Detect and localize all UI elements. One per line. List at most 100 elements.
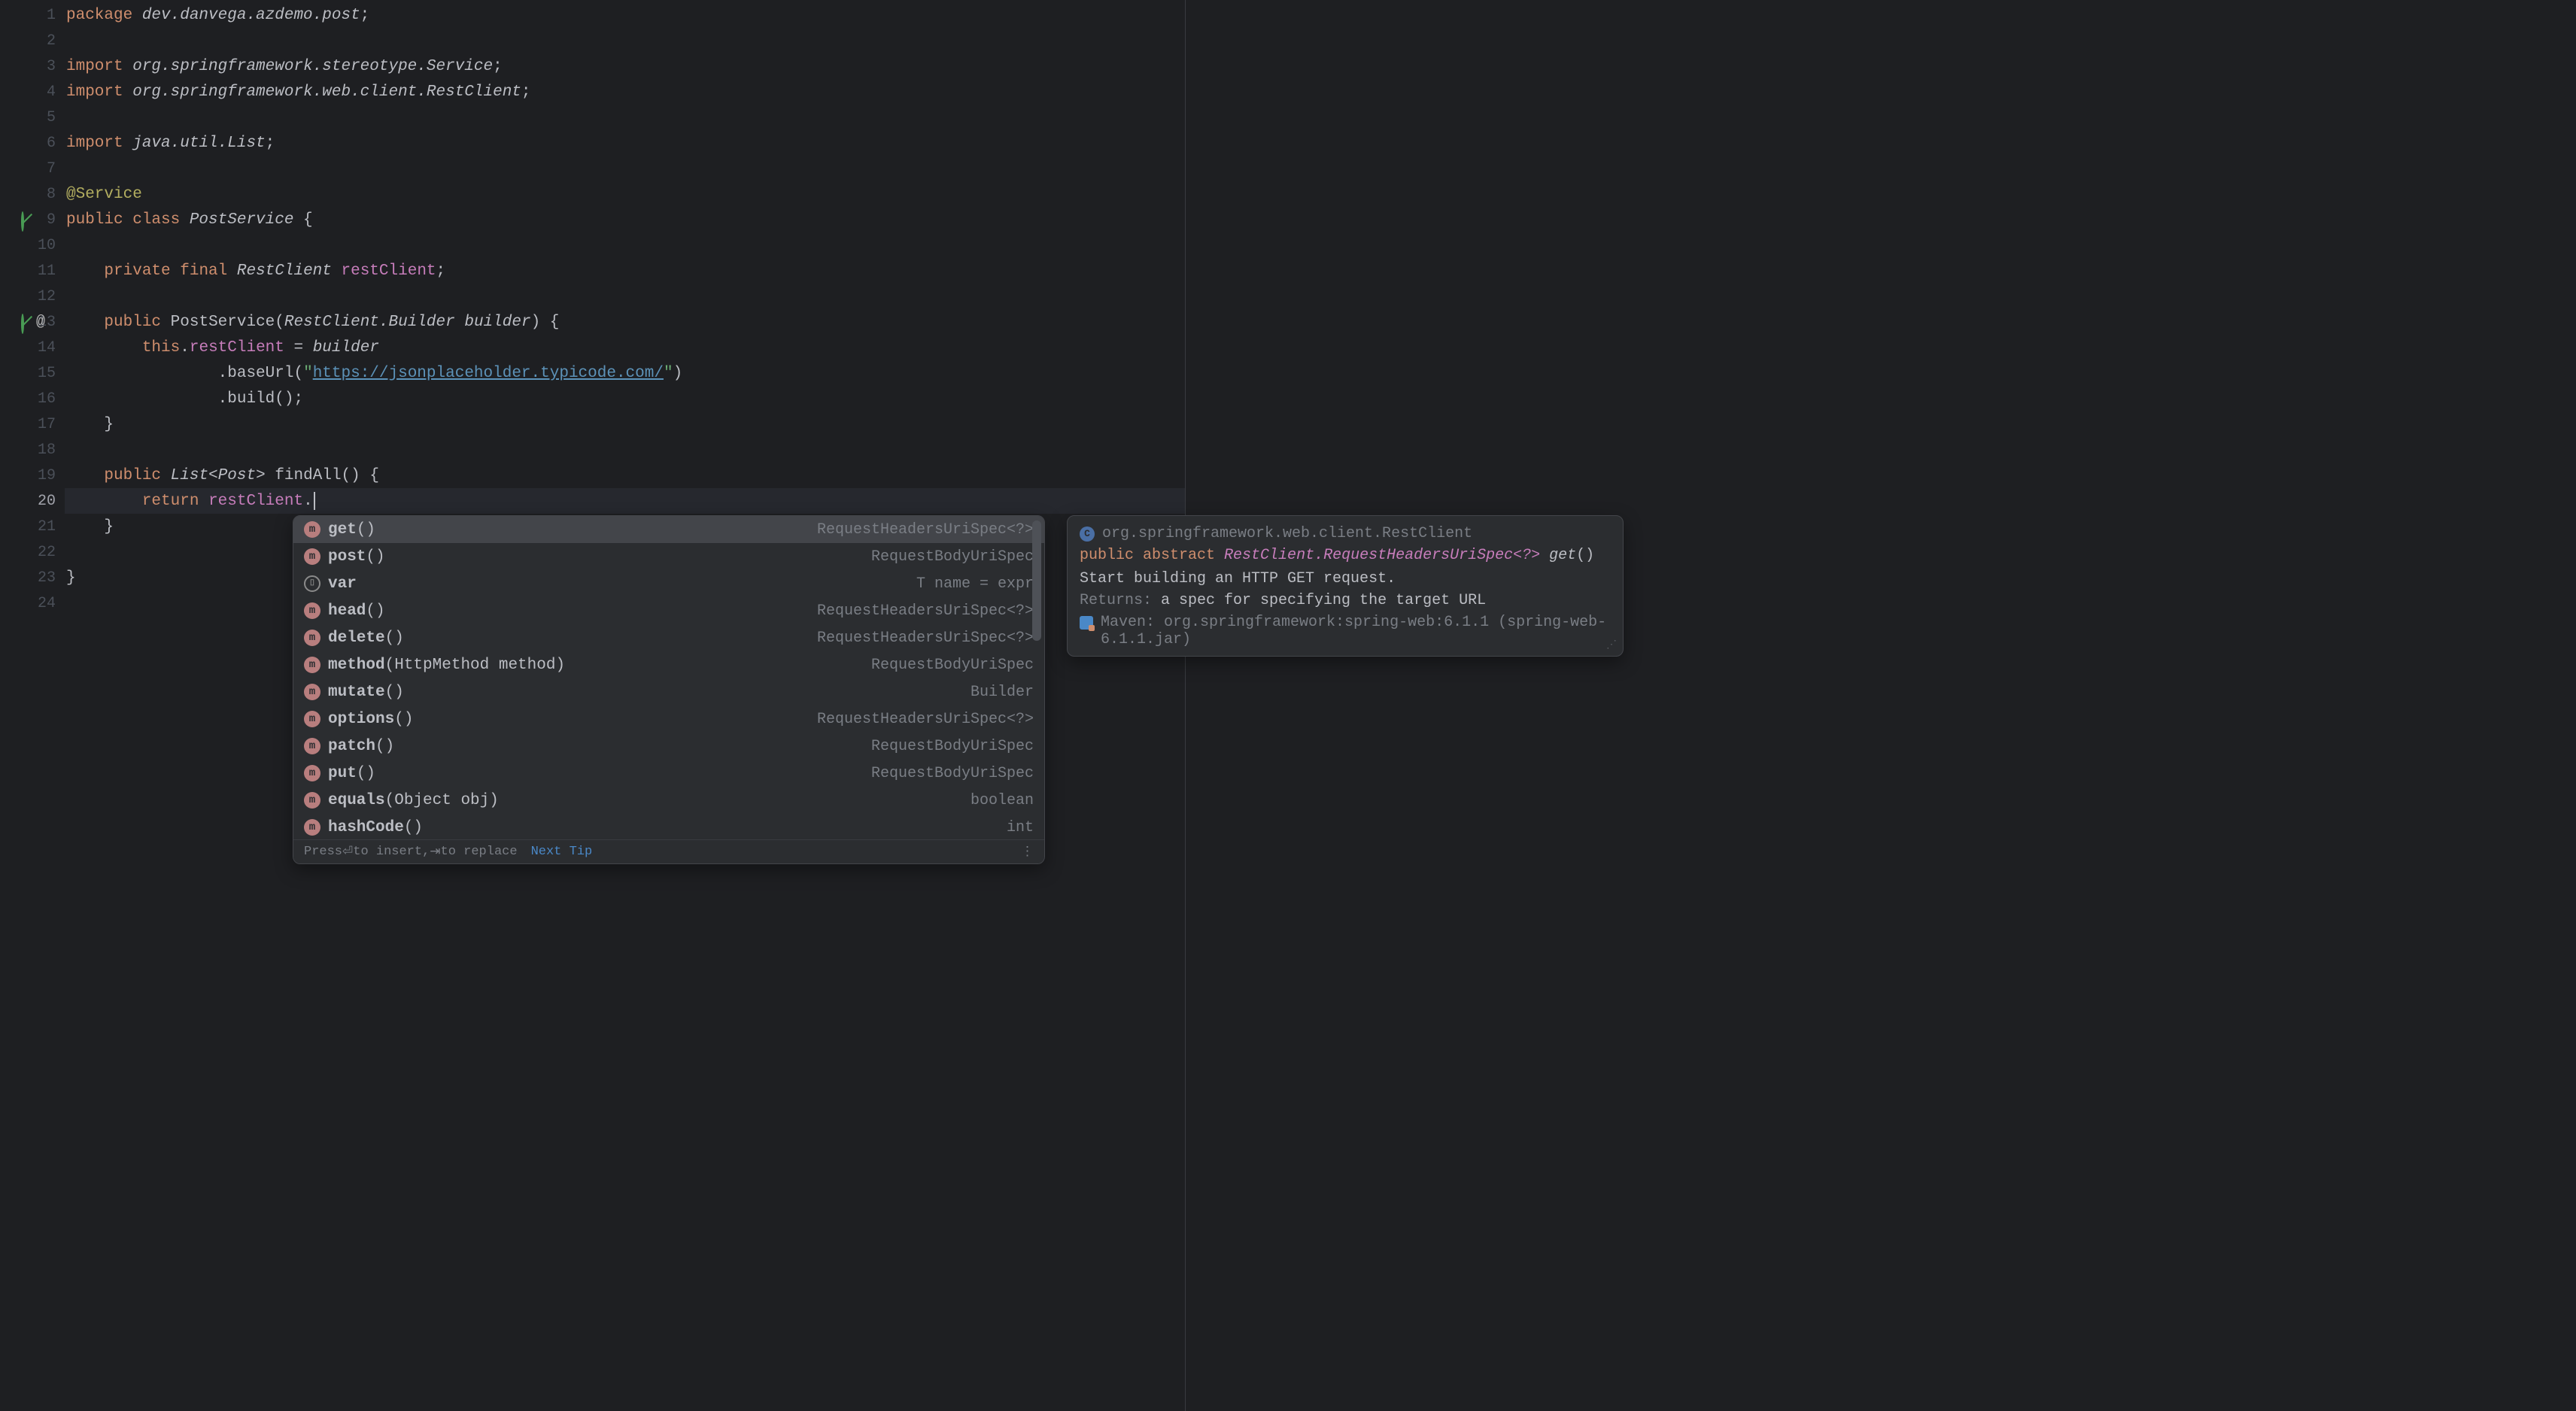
line-number: 14 (38, 339, 56, 357)
doc-description: Start building an HTTP GET request. (1080, 570, 1611, 587)
method-icon: m (304, 819, 320, 836)
method-icon: m (304, 765, 320, 781)
autocomplete-item-var[interactable]: ⌷ var T name = expr (293, 570, 1044, 597)
ac-return-type: RequestHeadersUriSpec<?> (817, 602, 1034, 620)
method-icon: m (304, 630, 320, 646)
ac-name: method(HttpMethod method) (328, 657, 565, 674)
autocomplete-item-equals[interactable]: m equals(Object obj) boolean (293, 787, 1044, 814)
ac-name: equals(Object obj) (328, 792, 499, 809)
line-number: 2 (47, 32, 56, 50)
line-number: 24 (38, 595, 56, 612)
ac-return-type: RequestBodyUriSpec (871, 657, 1034, 674)
scrollbar-thumb[interactable] (1032, 520, 1041, 641)
ac-return-type: RequestHeadersUriSpec<?> (817, 630, 1034, 647)
line-number: 3 (47, 58, 56, 75)
doc-header: C org.springframework.web.client.RestCli… (1080, 525, 1611, 542)
ac-name: hashCode() (328, 819, 423, 836)
ac-return-type: RequestBodyUriSpec (871, 765, 1034, 782)
method-icon: m (304, 602, 320, 619)
variable-icon: ⌷ (304, 575, 320, 592)
line-number: 23 (38, 569, 56, 587)
ac-name: patch() (328, 738, 394, 755)
footer-text: to replace (441, 845, 518, 859)
class-icon: C (1080, 526, 1095, 542)
ac-return-type: T name = expr (916, 575, 1034, 593)
ac-name: var (328, 575, 357, 593)
line-number: 12 (38, 288, 56, 305)
line-number: 17 (38, 416, 56, 433)
doc-fqn: org.springframework.web.client.RestClien… (1102, 525, 1472, 542)
bean-icon[interactable] (21, 315, 35, 329)
line-number-current: 20 (38, 493, 56, 510)
footer-key-enter: ⏎ (342, 844, 353, 860)
method-icon: m (304, 711, 320, 727)
at-icon[interactable]: @ (36, 314, 45, 331)
autocomplete-item-post[interactable]: m post() RequestBodyUriSpec (293, 543, 1044, 570)
ac-return-type: RequestBodyUriSpec (871, 738, 1034, 755)
line-number: 22 (38, 544, 56, 561)
doc-maven-source: Maven: org.springframework:spring-web:6.… (1080, 614, 1611, 648)
method-icon: m (304, 738, 320, 754)
footer-key-tab: ⇥ (430, 844, 440, 860)
ac-name: put() (328, 765, 375, 782)
editor-right-margin (1186, 0, 2576, 1411)
autocomplete-item-put[interactable]: m put() RequestBodyUriSpec (293, 760, 1044, 787)
method-icon: m (304, 521, 320, 538)
line-number: 8 (47, 186, 56, 203)
line-number: 18 (38, 442, 56, 459)
scrollbar[interactable] (1032, 520, 1041, 833)
method-icon: m (304, 684, 320, 700)
next-tip-link[interactable]: Next Tip (531, 845, 593, 859)
autocomplete-item-hashCode[interactable]: m hashCode() int (293, 814, 1044, 839)
run-icon[interactable] (21, 213, 35, 226)
line-number: 16 (38, 390, 56, 408)
method-icon: m (304, 792, 320, 809)
footer-text: Press (304, 845, 342, 859)
gutter: 1 2 3 4 5 6 7 8 9 10 11 12 @13 14 15 16 … (0, 0, 65, 1411)
ac-return-type: RequestHeadersUriSpec<?> (817, 521, 1034, 539)
ac-name: get() (328, 521, 375, 539)
line-number: 15 (38, 365, 56, 382)
ac-return-type: Builder (971, 684, 1034, 701)
ac-return-type: RequestHeadersUriSpec<?> (817, 711, 1034, 728)
autocomplete-list[interactable]: m get() RequestHeadersUriSpec<?> m post() Req… (293, 516, 1044, 839)
ac-name: head() (328, 602, 385, 620)
autocomplete-item-patch[interactable]: m patch() RequestBodyUriSpec (293, 733, 1044, 760)
autocomplete-footer: Press ⏎ to insert, ⇥ to replace Next Tip… (293, 839, 1044, 863)
method-icon: m (304, 548, 320, 565)
ac-name: options() (328, 711, 413, 728)
ac-return-type: boolean (971, 792, 1034, 809)
doc-signature: public abstract RestClient.RequestHeader… (1080, 547, 1611, 564)
ac-name: delete() (328, 630, 404, 647)
autocomplete-item-delete[interactable]: m delete() RequestHeadersUriSpec<?> (293, 624, 1044, 651)
autocomplete-item-method[interactable]: m method(HttpMethod method) RequestBodyUri… (293, 651, 1044, 678)
autocomplete-item-head[interactable]: m head() RequestHeadersUriSpec<?> (293, 597, 1044, 624)
ac-name: post() (328, 548, 385, 566)
documentation-popup: C org.springframework.web.client.RestCli… (1067, 515, 1624, 657)
line-number: 11 (38, 262, 56, 280)
line-number: 10 (38, 237, 56, 254)
autocomplete-item-mutate[interactable]: m mutate() Builder (293, 678, 1044, 706)
ac-return-type: int (1007, 819, 1034, 836)
autocomplete-item-options[interactable]: m options() RequestHeadersUriSpec<?> (293, 706, 1044, 733)
method-icon: m (304, 657, 320, 673)
ac-name: mutate() (328, 684, 404, 701)
line-number: 9 (47, 211, 56, 229)
doc-returns: Returns: a spec for specifying the targe… (1080, 592, 1611, 609)
line-number: 19 (38, 467, 56, 484)
line-number: 21 (38, 518, 56, 536)
gutter-line: 1 (0, 2, 65, 28)
line-number: 4 (47, 83, 56, 101)
autocomplete-item-get[interactable]: m get() RequestHeadersUriSpec<?> (293, 516, 1044, 543)
autocomplete-popup: m get() RequestHeadersUriSpec<?> m post() Req… (293, 515, 1045, 864)
line-number: 5 (47, 109, 56, 126)
line-number: 7 (47, 160, 56, 178)
maven-icon (1080, 616, 1093, 630)
more-menu-icon[interactable]: ⋮ (1021, 844, 1034, 860)
footer-text: to insert, (353, 845, 430, 859)
text-cursor (314, 492, 315, 510)
line-number: 6 (47, 135, 56, 152)
ac-return-type: RequestBodyUriSpec (871, 548, 1034, 566)
resize-handle-icon[interactable]: ⋰ (1606, 639, 1617, 651)
line-number: 1 (47, 7, 56, 24)
